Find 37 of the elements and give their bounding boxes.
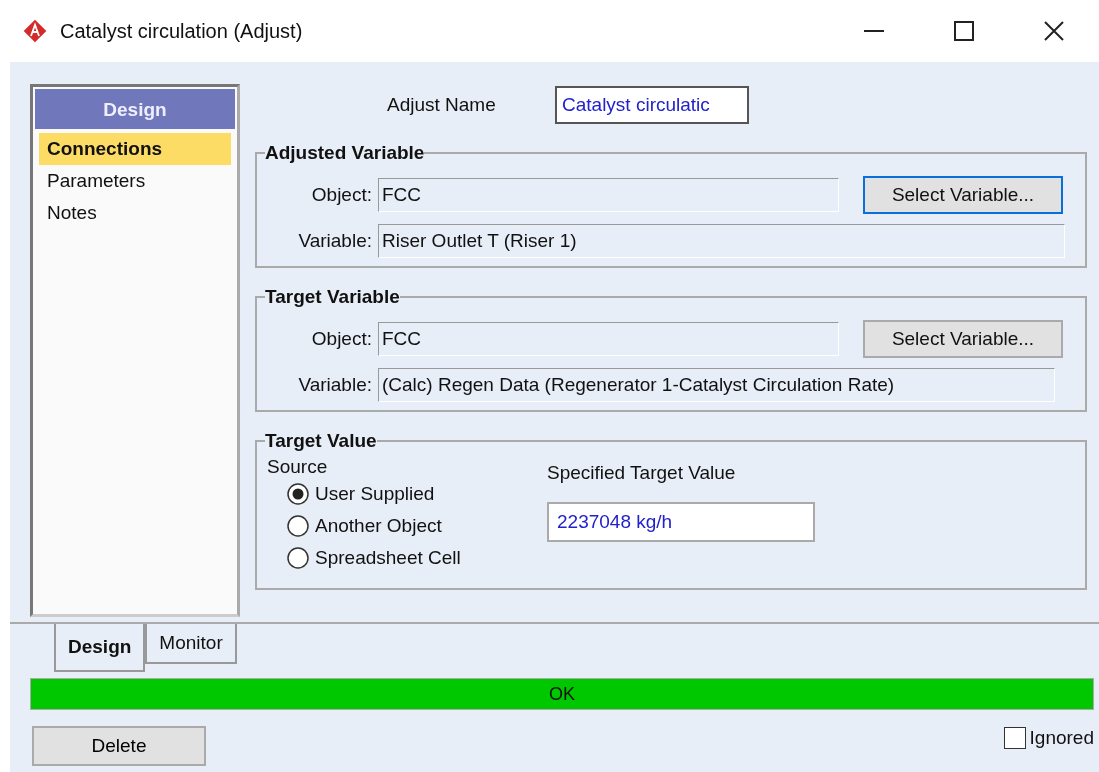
window-title: Catalyst circulation (Adjust) — [60, 19, 303, 43]
nav-header: Design — [35, 89, 235, 129]
checkbox-label: Ignored — [1029, 727, 1094, 749]
select-variable-button[interactable]: Select Variable... — [863, 320, 1063, 358]
checkbox[interactable] — [1003, 727, 1026, 749]
object-field: FCC — [378, 178, 839, 212]
maximize-icon[interactable] — [954, 21, 974, 41]
status-bar: OK — [30, 678, 1094, 710]
delete-button[interactable]: Delete — [32, 726, 206, 766]
name-field[interactable]: Catalyst circulatic — [555, 86, 749, 124]
field-label: Object: — [310, 328, 373, 350]
source-label: Source — [267, 456, 329, 478]
radio-label: Another Object — [315, 515, 442, 537]
tab[interactable]: Monitor — [145, 624, 237, 664]
nav-item[interactable]: Notes — [39, 197, 231, 229]
field-label: Adjust Name — [387, 94, 497, 116]
radio-label: User Supplied — [315, 483, 435, 505]
field-label: Variable: — [297, 230, 373, 252]
group-title: Adjusted Variable — [265, 142, 425, 164]
nav-item[interactable]: Parameters — [39, 165, 231, 197]
radio-button[interactable] — [287, 547, 309, 569]
field-label: Variable: — [297, 374, 373, 396]
radio-button[interactable] — [287, 515, 309, 537]
object-field: FCC — [378, 322, 839, 356]
variable-field: Riser Outlet T (Riser 1) — [378, 224, 1065, 258]
nav-item[interactable]: Connections — [39, 133, 231, 165]
target-value-field[interactable]: 2237048 kg/h — [547, 502, 815, 542]
group-title: Target Value — [265, 430, 377, 452]
radio-label: Spreadsheet Cell — [315, 547, 461, 569]
close-icon[interactable] — [1044, 21, 1064, 41]
field-label: Object: — [310, 184, 373, 206]
variable-field: (Calc) Regen Data (Regenerator 1-Catalyst Circulation Rate) — [378, 368, 1055, 402]
select-variable-button[interactable]: Select Variable... — [863, 176, 1063, 214]
radio-button[interactable] — [287, 483, 309, 505]
field-label: Specified Target Value — [547, 462, 737, 484]
tab[interactable]: Design — [54, 624, 146, 672]
group-title: Target Variable — [265, 286, 400, 308]
